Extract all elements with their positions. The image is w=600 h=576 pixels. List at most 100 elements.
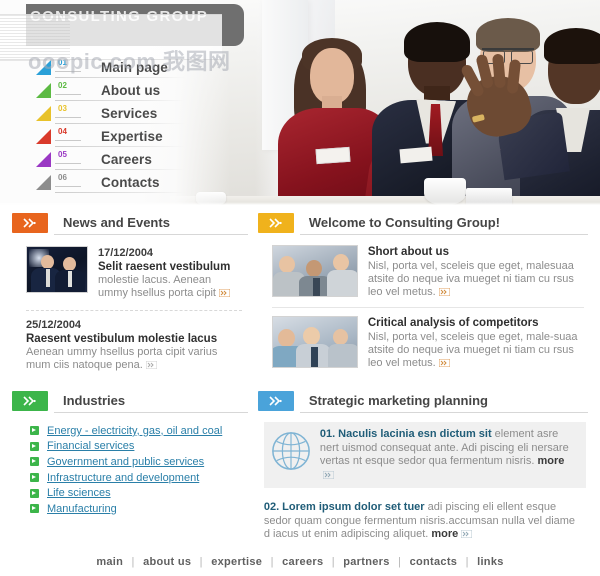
page-root: CONSULTING GROUP 01 Main page 02 About u… xyxy=(0,0,600,576)
list-item[interactable]: Infrastructure and development xyxy=(30,470,248,486)
read-more-icon[interactable] xyxy=(438,287,451,297)
nav-label: Contacts xyxy=(101,175,160,190)
more-link[interactable]: more xyxy=(538,455,565,467)
industry-link[interactable]: Manufacturing xyxy=(47,503,117,515)
nav-item-careers[interactable]: 05 Careers xyxy=(34,148,214,171)
strategic-item[interactable]: 02. Lorem ipsum dolor set tuer adi pisci… xyxy=(258,488,588,542)
nav-label: Careers xyxy=(101,152,152,167)
footer-link-links[interactable]: links xyxy=(476,556,505,568)
arrow-bullet-icon xyxy=(30,457,39,467)
news-text: Aenean ummy hsellus porta cipit varius m… xyxy=(26,346,218,371)
footer-link-partners[interactable]: partners xyxy=(342,556,390,568)
industry-link[interactable]: Government and public services xyxy=(47,456,204,468)
arrow-bullet-icon xyxy=(30,441,39,451)
strategic-text: 02. Lorem ipsum dolor set tuer adi pisci… xyxy=(264,501,584,542)
industry-link[interactable]: Financial services xyxy=(47,440,134,452)
nav-marker-icon xyxy=(36,83,51,98)
arrow-bullet-icon xyxy=(30,426,39,436)
strategic-title: Strategic marketing planning xyxy=(308,393,488,408)
list-item[interactable]: Life sciences xyxy=(30,485,248,501)
welcome-headline: Critical analysis of competitors xyxy=(367,317,539,329)
double-arrow-icon xyxy=(23,396,36,406)
nav-item-contacts[interactable]: 06 Contacts xyxy=(34,171,214,194)
industries-title: Industries xyxy=(63,393,126,408)
welcome-divider xyxy=(271,307,584,308)
news-header: News and Events xyxy=(12,213,248,235)
footer-links: main | about us | expertise | careers | … xyxy=(0,556,600,568)
welcome-header: Welcome to Consulting Group! xyxy=(257,213,588,235)
nav-label: About us xyxy=(101,83,161,98)
more-link[interactable]: more xyxy=(431,528,458,540)
news-date: 25/12/2004 xyxy=(26,319,82,331)
news-text: molestie lacus. Aenean ummy hsellus port… xyxy=(98,274,242,300)
list-item[interactable]: Energy - electricity, gas, oil and coal xyxy=(30,423,248,439)
top-columns: News and Events 17/12/2004 Selit raesent… xyxy=(0,213,600,377)
read-more-icon[interactable] xyxy=(218,288,231,298)
nav-label: Expertise xyxy=(101,129,163,144)
nav-number: 04 xyxy=(58,127,67,136)
read-more-icon[interactable] xyxy=(145,360,158,370)
industry-link[interactable]: Life sciences xyxy=(47,487,111,499)
footer-link-expertise[interactable]: expertise xyxy=(210,556,263,568)
nav-marker-icon xyxy=(36,129,51,144)
double-arrow-icon xyxy=(269,396,282,406)
footer-separator: | xyxy=(131,555,135,568)
nav-item-about-us[interactable]: 02 About us xyxy=(34,79,214,102)
bottom-columns: Industries Energy - electricity, gas, oi… xyxy=(0,391,600,542)
welcome-headline: Short about us xyxy=(367,246,449,258)
strategic-lead: 02. Lorem ipsum dolor set tuer xyxy=(263,501,425,513)
news-divider xyxy=(26,310,242,311)
arrow-bullet-icon xyxy=(30,488,39,498)
news-section: News and Events 17/12/2004 Selit raesent… xyxy=(12,213,248,377)
read-more-icon[interactable] xyxy=(322,470,335,479)
footer-separator: | xyxy=(331,555,335,568)
industries-header: Industries xyxy=(12,391,248,413)
nav-number: 05 xyxy=(58,150,67,159)
industry-link[interactable]: Energy - electricity, gas, oil and coal xyxy=(47,425,222,437)
main-content: News and Events 17/12/2004 Selit raesent… xyxy=(0,205,600,576)
industries-section: Industries Energy - electricity, gas, oi… xyxy=(12,391,248,542)
strategic-lead: 01. Naculis lacinia esn dictum sit xyxy=(319,428,492,440)
list-item[interactable]: Financial services xyxy=(30,439,248,455)
nav-number: 06 xyxy=(58,173,67,182)
news-item[interactable]: 25/12/2004 Raesent vestibulum molestie l… xyxy=(12,318,248,376)
footer-link-about-us[interactable]: about us xyxy=(142,556,192,568)
nav-marker-icon xyxy=(36,175,51,190)
news-headline: Raesent vestibulum molestie lacus xyxy=(26,333,218,345)
welcome-text: Nisl, porta vel, sceleis que eget, male-… xyxy=(367,331,578,369)
site-footer: main | about us | expertise | careers | … xyxy=(0,556,600,576)
industries-list: Energy - electricity, gas, oil and coal … xyxy=(12,422,248,517)
arrow-bullet-icon xyxy=(30,473,39,483)
welcome-item[interactable]: Short about us Nisl, porta vel, sceleis … xyxy=(258,244,588,306)
footer-link-main[interactable]: main xyxy=(95,556,124,568)
watermark-text: ooopic.com 我图网 xyxy=(28,49,231,74)
news-date: 17/12/2004 xyxy=(98,247,154,259)
footer-separator: | xyxy=(199,555,203,568)
nav-marker-icon xyxy=(36,106,51,121)
welcome-text: Nisl, porta vel, sceleis que eget, males… xyxy=(367,260,574,298)
nav-item-services[interactable]: 03 Services xyxy=(34,102,214,125)
list-item[interactable]: Manufacturing xyxy=(30,501,248,517)
nav-item-expertise[interactable]: 04 Expertise xyxy=(34,125,214,148)
list-item[interactable]: Government and public services xyxy=(30,454,248,470)
footer-link-careers[interactable]: careers xyxy=(281,556,324,568)
double-arrow-icon xyxy=(23,218,36,228)
welcome-thumbnail xyxy=(271,245,358,297)
industry-link[interactable]: Infrastructure and development xyxy=(47,472,199,484)
strategic-text: 01. Naculis lacinia esn dictum sit eleme… xyxy=(320,428,578,482)
site-header: CONSULTING GROUP 01 Main page 02 About u… xyxy=(0,0,600,205)
footer-link-contacts[interactable]: contacts xyxy=(409,556,459,568)
globe-icon xyxy=(271,432,310,470)
news-thumbnail xyxy=(26,246,88,293)
industries-badge xyxy=(12,391,48,411)
strategic-item-highlighted[interactable]: 01. Naculis lacinia esn dictum sit eleme… xyxy=(263,422,586,488)
news-headline: Selit raesent vestibulum xyxy=(98,261,231,273)
double-arrow-icon xyxy=(269,218,282,228)
welcome-item[interactable]: Critical analysis of competitors Nisl, p… xyxy=(258,315,588,377)
read-more-icon[interactable] xyxy=(460,529,473,539)
news-item[interactable]: 17/12/2004 Selit raesent vestibulum mole… xyxy=(12,244,248,308)
footer-separator: | xyxy=(270,555,274,568)
nav-marker-icon xyxy=(36,152,51,167)
read-more-icon[interactable] xyxy=(438,358,451,368)
news-title: News and Events xyxy=(63,215,170,230)
